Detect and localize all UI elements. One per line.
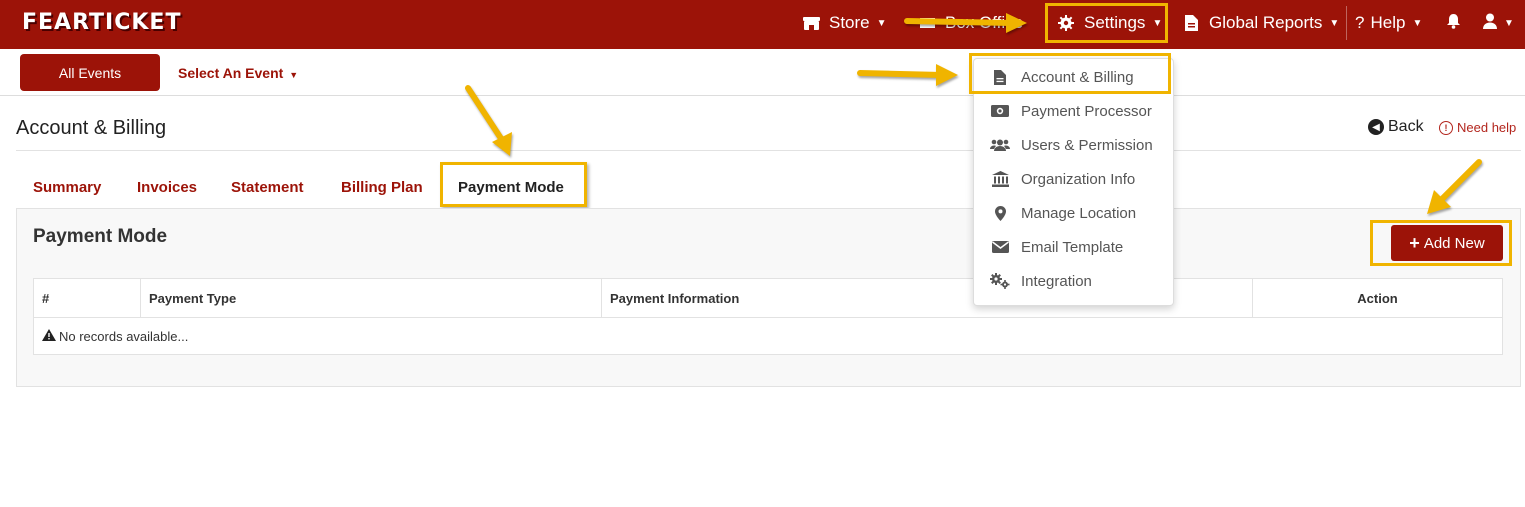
settings-dropdown-menu: Account & Billing Payment Processor User… bbox=[973, 58, 1174, 306]
menu-item-label: Email Template bbox=[1021, 238, 1124, 256]
chevron-down-icon: ▼ bbox=[1412, 17, 1423, 29]
menu-item-organization-info[interactable]: Organization Info bbox=[974, 162, 1173, 196]
nav-store[interactable]: Store ▼ bbox=[802, 0, 887, 46]
account-billing-highlight-box bbox=[969, 53, 1171, 94]
plus-icon: + bbox=[1409, 232, 1420, 253]
nav-box-office-label: Box Office bbox=[945, 13, 1024, 32]
column-header-index: # bbox=[33, 278, 141, 318]
info-icon: ! bbox=[1439, 120, 1453, 135]
tab-summary[interactable]: Summary bbox=[33, 179, 101, 196]
payment-mode-table: # Payment Type Payment Information Actio… bbox=[33, 278, 1503, 355]
question-icon: ? bbox=[1355, 13, 1365, 32]
settings-highlight-box bbox=[1045, 3, 1168, 43]
nav-help-label: Help bbox=[1370, 13, 1406, 32]
menu-item-label: Organization Info bbox=[1021, 170, 1136, 188]
notifications-bell[interactable] bbox=[1446, 0, 1461, 46]
column-header-action: Action bbox=[1252, 278, 1503, 318]
menu-item-integration[interactable]: Integration bbox=[974, 264, 1173, 298]
tab-payment-mode[interactable]: Payment Mode bbox=[458, 179, 564, 196]
event-subnav: All Events Select An Event ▼ bbox=[0, 49, 1525, 96]
nav-help[interactable]: ? Help ▼ bbox=[1355, 0, 1422, 46]
nav-global-reports[interactable]: Global Reports ▼ bbox=[1182, 0, 1339, 46]
empty-records-cell: No records available... bbox=[33, 317, 1503, 355]
table-header-row: # Payment Type Payment Information Actio… bbox=[33, 278, 1503, 318]
menu-item-label: Payment Processor bbox=[1021, 102, 1152, 120]
header-divider bbox=[16, 150, 1521, 151]
tab-statement[interactable]: Statement bbox=[231, 179, 304, 196]
store-icon bbox=[802, 16, 820, 31]
menu-item-users-permission[interactable]: Users & Permission bbox=[974, 128, 1173, 162]
map-marker-icon bbox=[990, 205, 1010, 221]
table-row: No records available... bbox=[33, 317, 1503, 355]
nav-box-office[interactable]: Box Office bbox=[918, 0, 1023, 46]
file-icon bbox=[1182, 15, 1200, 31]
chevron-down-icon: ▼ bbox=[1329, 17, 1340, 29]
user-icon bbox=[1483, 13, 1497, 34]
tab-billing-plan[interactable]: Billing Plan bbox=[341, 179, 423, 196]
top-navbar: FEARTICKET Store ▼ Box Office Settings ▼… bbox=[0, 0, 1525, 49]
empty-records-label: No records available... bbox=[59, 328, 189, 344]
back-label: Back bbox=[1388, 118, 1424, 135]
page-title: Account & Billing bbox=[16, 117, 167, 139]
menu-item-label: Integration bbox=[1021, 272, 1092, 290]
bell-icon bbox=[1446, 13, 1461, 34]
add-new-label: Add New bbox=[1423, 234, 1485, 252]
need-help-label: Need help bbox=[1457, 120, 1517, 135]
back-link[interactable]: ◀ Back bbox=[1368, 118, 1424, 136]
menu-item-email-template[interactable]: Email Template bbox=[974, 230, 1173, 264]
bank-icon bbox=[990, 171, 1010, 187]
select-event-label: Select An Event bbox=[178, 65, 284, 81]
menu-item-manage-location[interactable]: Manage Location bbox=[974, 196, 1173, 230]
nav-global-reports-label: Global Reports bbox=[1209, 13, 1323, 32]
users-icon bbox=[990, 138, 1010, 152]
add-new-button[interactable]: + Add New bbox=[1391, 225, 1503, 261]
column-header-payment-type: Payment Type bbox=[140, 278, 602, 318]
panel-title: Payment Mode bbox=[33, 226, 168, 247]
all-events-button[interactable]: All Events bbox=[20, 54, 160, 91]
money-icon bbox=[990, 105, 1010, 117]
warning-icon bbox=[42, 328, 56, 344]
arrow-to-add-new bbox=[1427, 159, 1482, 214]
ticket-icon bbox=[918, 16, 936, 30]
brand-logo[interactable]: FEARTICKET bbox=[22, 10, 181, 35]
menu-item-label: Manage Location bbox=[1021, 204, 1137, 222]
nav-store-label: Store bbox=[829, 13, 870, 32]
chevron-down-icon: ▼ bbox=[876, 17, 887, 29]
back-arrow-icon: ◀ bbox=[1368, 119, 1384, 135]
cogs-icon bbox=[990, 273, 1010, 289]
menu-item-payment-processor[interactable]: Payment Processor bbox=[974, 94, 1173, 128]
chevron-down-icon: ▼ bbox=[1504, 17, 1514, 29]
arrow-to-payment-mode-tab bbox=[465, 85, 512, 156]
nav-divider bbox=[1346, 6, 1347, 40]
chevron-down-icon: ▼ bbox=[289, 70, 299, 80]
need-help-link[interactable]: ! Need help bbox=[1439, 120, 1516, 135]
user-menu[interactable]: ▼ bbox=[1483, 0, 1514, 46]
select-event-dropdown[interactable]: Select An Event ▼ bbox=[178, 65, 298, 81]
menu-item-label: Users & Permission bbox=[1021, 136, 1153, 154]
envelope-icon bbox=[990, 241, 1010, 253]
tab-invoices[interactable]: Invoices bbox=[137, 179, 197, 196]
